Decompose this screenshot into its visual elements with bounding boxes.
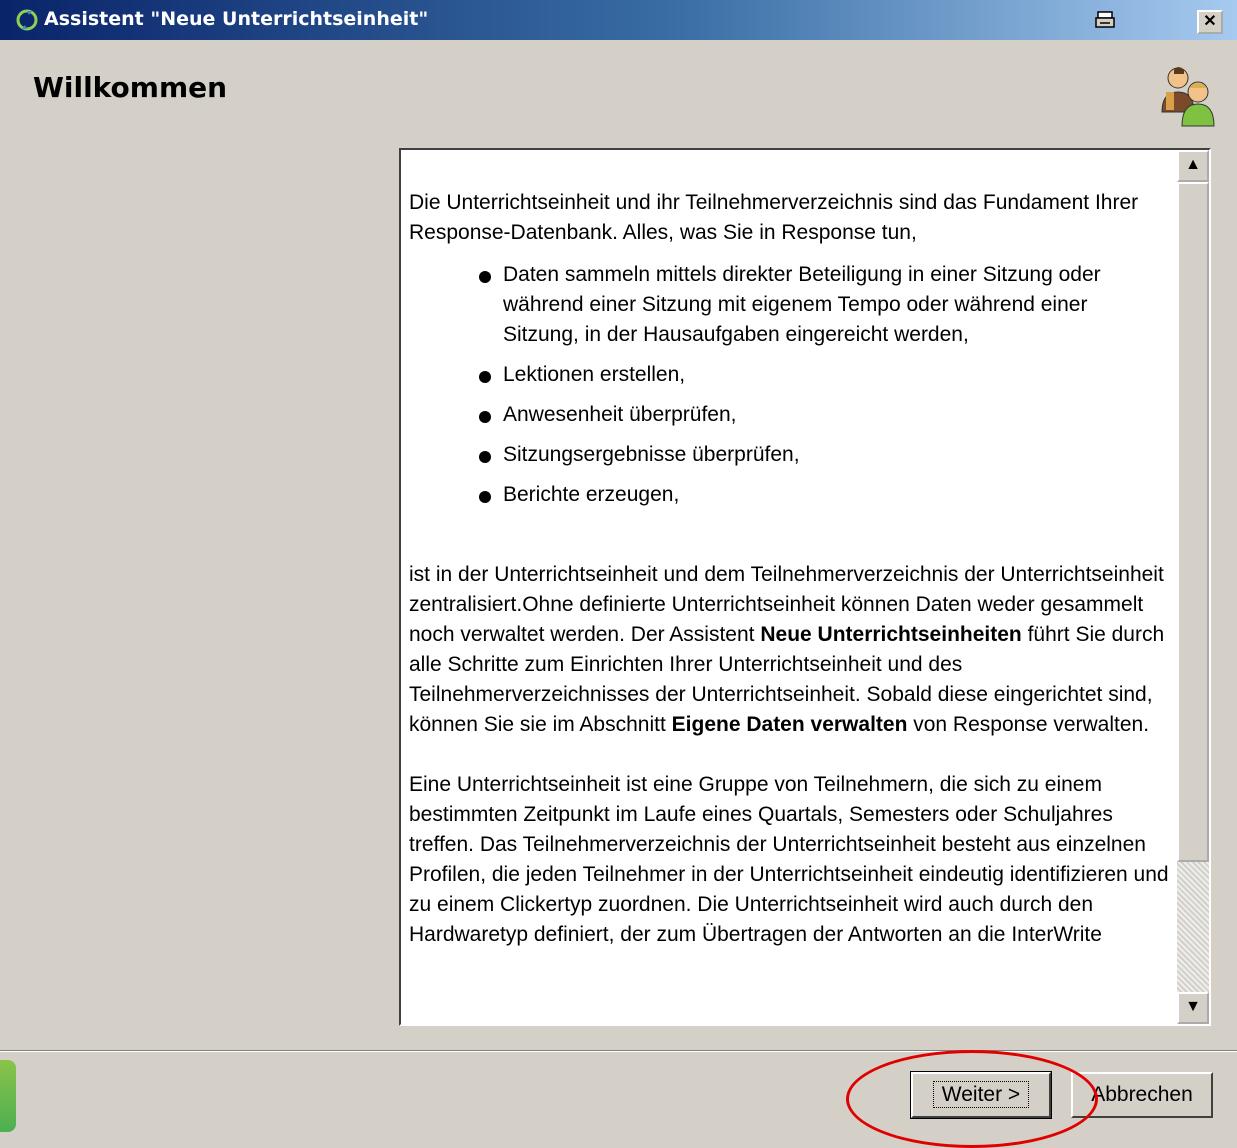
para2-text-c: von Response verwalten. (907, 713, 1150, 736)
vertical-scrollbar[interactable]: ▲ ▼ (1177, 150, 1209, 1024)
list-item: Berichte erzeugen, (479, 480, 1169, 510)
scrollbar-thumb[interactable] (1177, 182, 1209, 862)
definition-paragraph: Eine Unterrichtseinheit ist eine Gruppe … (409, 773, 1169, 946)
list-item: Lektionen erstellen, (479, 360, 1169, 390)
printer-icon[interactable] (1092, 10, 1118, 34)
title-bar[interactable]: Assistent "Neue Unterrichtseinheit" ✕ (0, 0, 1237, 40)
description-panel[interactable]: Die Unterrichtseinheit und ihr Teilnehme… (399, 148, 1211, 1026)
refresh-icon (16, 9, 38, 31)
intro-paragraph: Die Unterrichtseinheit und ihr Teilnehme… (409, 191, 1139, 244)
list-item: Sitzungsergebnisse überprüfen, (479, 440, 1169, 470)
window-title: Assistent "Neue Unterrichtseinheit" (44, 8, 429, 30)
page-title: Willkommen (33, 71, 228, 104)
wizard-name-bold: Neue Unterrichtseinheiten (760, 623, 1022, 646)
scroll-up-button[interactable]: ▲ (1177, 150, 1209, 182)
close-button[interactable]: ✕ (1197, 10, 1223, 34)
description-text: Die Unterrichtseinheit und ihr Teilnehme… (409, 188, 1169, 950)
wizard-window: Assistent "Neue Unterrichtseinheit" ✕ Wi… (0, 0, 1237, 1148)
activity-list: Daten sammeln mittels direkter Beteiligu… (409, 260, 1169, 510)
scroll-down-button[interactable]: ▼ (1177, 992, 1209, 1024)
footer-divider (0, 1050, 1237, 1052)
highlight-circle (846, 1050, 1098, 1148)
centralization-paragraph: ist in der Unterrichtseinheit und dem Te… (409, 560, 1169, 740)
background-decoration (0, 1060, 16, 1132)
list-item: Daten sammeln mittels direkter Beteiligu… (479, 260, 1169, 350)
section-name-bold: Eigene Daten verwalten (671, 713, 908, 736)
users-icon (1161, 67, 1215, 127)
list-item: Anwesenheit überprüfen, (479, 400, 1169, 430)
